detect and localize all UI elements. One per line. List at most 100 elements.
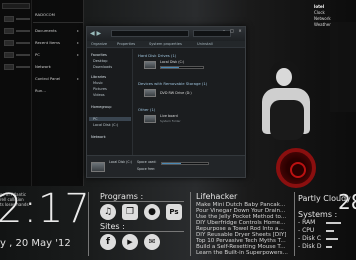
drive-usage-fill [161,67,179,68]
drive-label[interactable]: Local Disk (C:) [160,60,184,64]
space-used-bar [161,162,209,165]
window-icon[interactable]: ❐ [122,204,138,220]
maximize-icon[interactable]: □ [229,28,235,33]
uninstall-menu[interactable]: Uninstall [197,42,213,46]
start-item-pc[interactable]: PC ▸ [35,50,83,60]
space-used-fill [162,163,182,164]
program-icon[interactable] [4,52,14,58]
start-item-documents[interactable]: Documents ▸ [35,26,83,36]
start-item-recent[interactable]: Recent Items ▸ [35,38,83,48]
facebook-icon[interactable]: f [100,234,116,250]
drive-sublabel: System Folder [160,119,181,123]
cpu-label: - CPU [298,227,315,234]
clock-date: y , 20 May '12 [0,238,71,249]
program-icon[interactable] [4,40,14,46]
program-icon[interactable] [4,64,14,70]
divider [100,231,184,232]
cpu-meter [326,230,335,232]
organize-menu[interactable]: Organize [91,42,107,46]
content-pane: Hard Disk Drives (1) Local Disk (C:) Dev… [134,49,246,156]
start-item-label: Recent Items [35,40,60,45]
system-properties-menu[interactable]: System properties [149,42,182,46]
nav-libraries[interactable]: Libraries [91,75,106,79]
close-icon[interactable]: × [237,28,243,33]
program-label [16,42,30,44]
disk-c-meter [326,238,338,240]
space-free-label: Space free: [137,167,156,171]
start-item-network[interactable]: Network [35,62,51,72]
start-item-control-panel[interactable]: Control Panel ▸ [35,74,83,84]
nav-desktop[interactable]: Desktop [93,59,107,63]
nav-music[interactable]: Music [93,81,103,85]
nav-pc[interactable]: PC [89,117,131,121]
nav-pictures[interactable]: Pictures [93,87,107,91]
programs-title: Programs : [100,192,144,201]
nav-videos[interactable]: Videos [93,93,105,97]
sites-title: Sites : [100,222,125,231]
nav-network[interactable]: Network [91,135,106,139]
folder-icon[interactable] [144,115,156,123]
disk-d-meter [326,246,332,248]
start-item-run[interactable]: Run... [35,86,46,96]
start-item-label: Documents [35,28,57,33]
group-hard-disks[interactable]: Hard Disk Drives (1) [138,53,176,58]
drive-usage-bar [160,66,204,69]
drive-label[interactable]: DVD RW Drive (D:) [160,91,192,95]
nav-homegroup[interactable]: Homegroup [91,105,112,109]
navigation-pane: Favorites Desktop Downloads Libraries Mu… [87,49,133,156]
globe-icon[interactable]: ● [144,204,160,220]
divider [33,22,83,23]
feed-item[interactable]: Learn the Built-in Superpowers... [196,250,292,256]
chevron-right-icon: ▸ [76,76,79,81]
program-label [16,66,30,68]
program-label [16,54,30,56]
ram-meter [326,222,342,224]
start-item-user[interactable]: RADOCOM [35,10,55,20]
program-icon[interactable] [4,28,14,34]
nav-downloads[interactable]: Downloads [93,65,112,69]
program-icon[interactable] [4,16,14,22]
details-pane: Local Disk (C:) Space used: Space free: [87,155,245,177]
drive-label[interactable]: Live board [160,114,178,118]
chevron-right-icon: ▸ [76,28,79,33]
photoshop-icon[interactable]: Ps [166,204,182,220]
ram-label: - RAM [298,219,316,226]
wallpaper-figure [248,10,328,170]
start-search-input[interactable] [2,3,30,9]
details-name: Local Disk (C:) [109,160,132,164]
space-used-label: Space used: [137,160,157,164]
start-item-label: Control Panel [35,76,61,81]
nav-local-disk[interactable]: Local Disk (C:) [93,123,118,127]
youtube-icon[interactable]: ▶ [122,234,138,250]
group-removable[interactable]: Devices with Removable Storage (1) [138,81,207,86]
back-forward-buttons[interactable]: ◀ ▶ [90,30,101,37]
music-icon[interactable]: ♫ [100,204,116,220]
program-label [16,18,30,20]
start-menu-programs-pane [0,0,32,186]
lifehacker-feed: Make Mini Dutch Baby Pancak... Pour Vine… [196,202,292,256]
address-bar[interactable] [111,30,189,37]
divider [100,201,184,202]
clock-time: 2:17 [0,186,91,232]
disk-d-label: - Disk D [298,243,322,250]
hard-drive-icon[interactable] [144,61,156,69]
group-other[interactable]: Other (1) [138,107,155,112]
mail-icon[interactable]: ✉ [144,234,160,250]
minimize-icon[interactable]: – [221,28,227,33]
emblem-logo [276,148,316,188]
hard-drive-icon [91,162,105,172]
program-label [16,30,30,32]
dvd-drive-icon[interactable] [144,89,156,97]
systems-title: Systems : [298,210,338,219]
start-item-label: Run... [35,88,46,93]
weather-temperature: 28 [338,190,356,214]
chevron-right-icon: ▸ [76,52,79,57]
start-item-label: Network [35,64,51,69]
properties-menu[interactable]: Properties [117,42,135,46]
disk-c-label: - Disk C [298,235,322,242]
explorer-toolbar: ◀ ▶ – □ × [87,27,245,41]
nav-favorites[interactable]: Favorites [91,53,107,57]
figure-shadow [270,100,304,140]
start-menu: RADOCOM Documents ▸ Recent Items ▸ PC ▸ … [0,0,84,186]
command-bar: Organize Properties System properties Un… [87,41,245,48]
